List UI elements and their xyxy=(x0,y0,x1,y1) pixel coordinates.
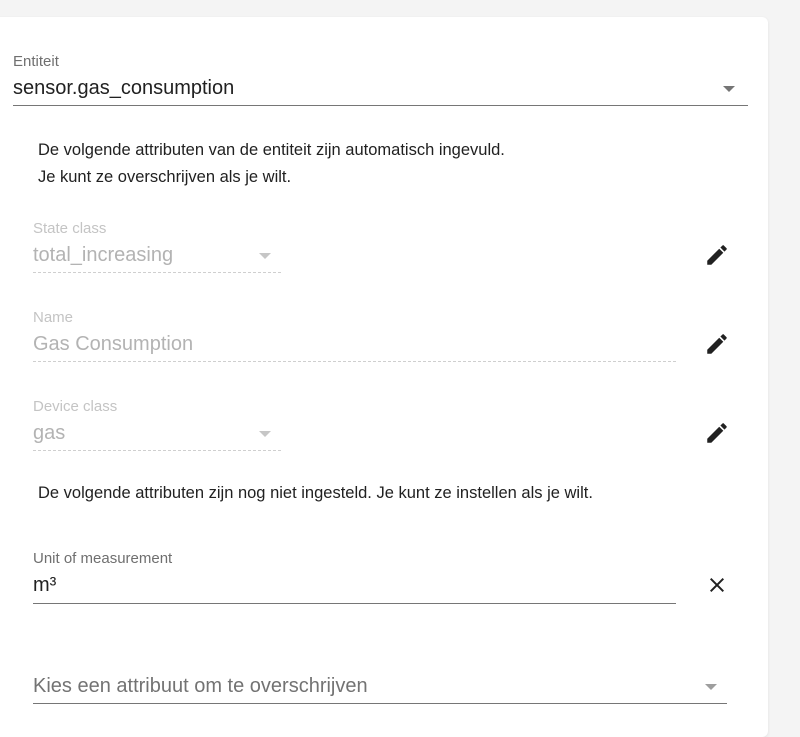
remove-unit-button[interactable] xyxy=(697,565,737,605)
pencil-icon xyxy=(707,423,727,443)
entity-select-value: sensor.gas_consumption xyxy=(13,77,235,99)
unit-of-measurement-underline xyxy=(33,603,676,604)
entity-select-label: Entiteit xyxy=(13,53,59,70)
info-auto-filled: De volgende attributen van de entiteit z… xyxy=(38,137,505,191)
chevron-down-icon xyxy=(259,431,271,437)
close-icon xyxy=(710,578,724,592)
attribute-override-placeholder: Kies een attribuut om te overschrijven xyxy=(33,675,368,697)
edit-name-button[interactable] xyxy=(697,324,737,364)
entity-select[interactable]: Entiteit sensor.gas_consumption xyxy=(13,52,748,108)
unit-of-measurement-value: m³ xyxy=(33,574,57,596)
edit-device-class-button[interactable] xyxy=(697,413,737,453)
pencil-icon xyxy=(707,245,727,265)
name-field: Name Gas Consumption xyxy=(33,309,676,363)
state-class-select: State class total_increasing xyxy=(33,220,281,274)
device-class-underline xyxy=(33,450,281,451)
unit-of-measurement-label: Unit of measurement xyxy=(33,550,173,567)
unit-of-measurement-field[interactable]: Unit of measurement m³ xyxy=(33,550,676,605)
device-class-select: Device class gas xyxy=(33,398,281,452)
state-class-underline xyxy=(33,272,281,273)
chevron-down-icon xyxy=(705,684,717,690)
device-class-value: gas xyxy=(33,422,66,444)
attribute-override-underline xyxy=(33,703,727,704)
info-auto-filled-line-1: De volgende attributen van de entiteit z… xyxy=(38,141,505,159)
name-value: Gas Consumption xyxy=(33,333,194,355)
chevron-down-icon xyxy=(723,86,735,92)
edit-state-class-button[interactable] xyxy=(697,235,737,275)
entity-settings-card xyxy=(0,17,768,737)
chevron-down-icon xyxy=(259,253,271,259)
info-not-set: De volgende attributen zijn nog niet ing… xyxy=(38,484,593,502)
info-auto-filled-line-2: Je kunt ze overschrijven als je wilt. xyxy=(38,168,292,186)
device-class-label: Device class xyxy=(33,398,118,415)
entity-select-underline xyxy=(13,105,748,106)
attribute-override-select[interactable]: Kies een attribuut om te overschrijven xyxy=(33,660,727,705)
state-class-label: State class xyxy=(33,220,107,237)
state-class-value: total_increasing xyxy=(33,244,174,266)
name-label: Name xyxy=(33,309,74,326)
name-underline xyxy=(33,361,676,362)
pencil-icon xyxy=(707,334,727,354)
